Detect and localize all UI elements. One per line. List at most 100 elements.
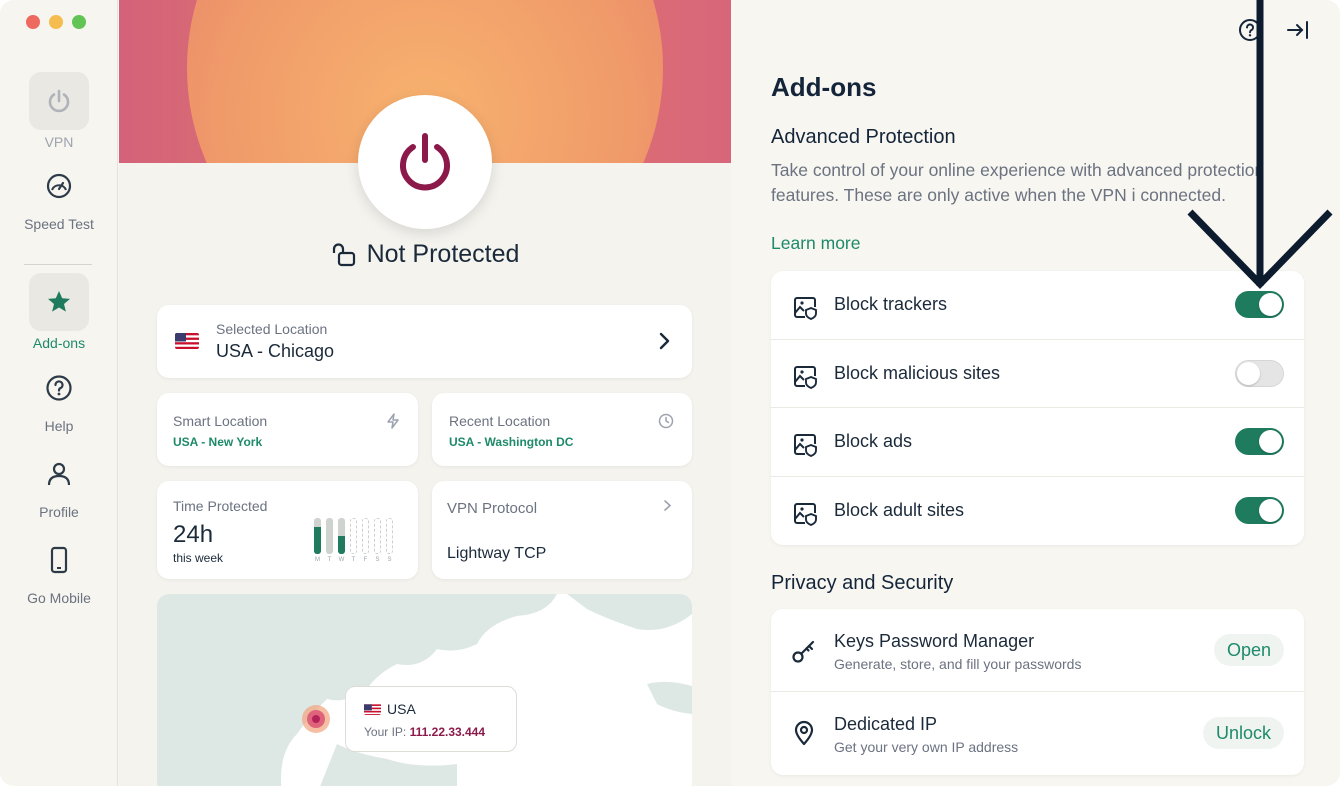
sidebar-item-label: Go Mobile	[27, 590, 91, 606]
toggle-label: Block adult sites	[834, 500, 965, 521]
recent-location-value: USA - Washington DC	[449, 435, 574, 449]
sidebar-item-go-mobile[interactable]: Go Mobile	[0, 534, 118, 606]
close-window-button[interactable]	[26, 15, 40, 29]
shield-image-icon	[794, 297, 817, 321]
advanced-protection-description: Take control of your online experience w…	[771, 160, 1265, 205]
time-protected-label: Time Protected	[173, 498, 268, 514]
vpn-protocol-card[interactable]: VPN Protocol Lightway TCP	[432, 481, 692, 579]
lightning-icon	[387, 413, 399, 429]
sidebar-item-label: Add-ons	[32, 335, 86, 351]
toggle-row-block-trackers: Block trackers	[771, 271, 1304, 340]
day-label: S	[375, 557, 380, 563]
day-bar	[386, 518, 393, 554]
weekly-bar-chart	[314, 518, 393, 554]
day-label: T	[351, 557, 356, 563]
day-label: W	[338, 557, 345, 563]
item-subtitle: Get your very own IP address	[834, 739, 1019, 755]
sidebar-divider	[24, 264, 92, 265]
ip-tooltip: USA Your IP: 111.22.33.444	[345, 686, 517, 752]
person-icon	[47, 462, 71, 486]
collapse-panel-icon[interactable]	[1286, 18, 1310, 42]
add-ons-panel: Add-ons Advanced Protection Take control…	[731, 0, 1340, 786]
weekday-labels: M TWT F S S	[314, 557, 393, 563]
smart-location-card[interactable]: Smart Location USA - New York	[157, 393, 418, 466]
page-title: Add-ons	[771, 72, 877, 102]
privacy-security-list: Keys Password Manager Generate, store, a…	[771, 609, 1304, 775]
day-label: T	[327, 557, 332, 563]
day-bar	[350, 518, 357, 554]
time-protected-card: Time Protected 24h this week M TWT F S S	[157, 481, 418, 579]
block-trackers-toggle[interactable]	[1235, 291, 1284, 319]
toggle-row-block-adult-sites: Block adult sites	[771, 477, 1304, 546]
block-malicious-sites-toggle[interactable]	[1235, 359, 1284, 387]
help-circle-icon[interactable]	[1238, 18, 1262, 42]
sidebar-item-add-ons[interactable]: Add-ons	[0, 273, 118, 351]
day-label: F	[363, 557, 368, 563]
toggle-row-block-malicious-sites: Block malicious sites	[771, 340, 1304, 408]
selected-location-card[interactable]: Selected Location USA - Chicago	[157, 305, 692, 378]
key-icon	[792, 640, 815, 663]
sidebar-item-label: VPN	[44, 134, 74, 150]
location-map[interactable]: USA Your IP: 111.22.33.444	[157, 594, 692, 786]
tooltip-country: USA	[387, 701, 416, 717]
dedicated-ip-row: Dedicated IP Get your very own IP addres…	[771, 692, 1304, 775]
sidebar-item-label: Profile	[39, 504, 79, 520]
ip-value: 111.22.33.444	[409, 725, 486, 739]
status-text: Not Protected	[366, 240, 520, 268]
recent-location-card[interactable]: Recent Location USA - Washington DC	[432, 393, 692, 466]
sidebar-item-profile[interactable]: Profile	[0, 448, 118, 520]
app-window: VPN Speed Test Add-ons Help Profile Go M…	[0, 0, 1340, 786]
day-bar	[374, 518, 381, 554]
advanced-protection-heading: Advanced Protection	[771, 126, 956, 148]
block-ads-toggle[interactable]	[1235, 428, 1284, 456]
day-bar	[362, 518, 369, 554]
smart-location-value: USA - New York	[173, 435, 263, 449]
speedometer-icon	[46, 173, 72, 199]
sidebar-item-help[interactable]: Help	[0, 362, 118, 434]
connection-panel: Not Protected Selected Location USA - Ch…	[119, 0, 731, 786]
connect-power-button[interactable]	[358, 95, 492, 229]
block-adult-sites-toggle[interactable]	[1235, 497, 1284, 525]
item-title: Dedicated IP	[834, 714, 938, 734]
time-protected-value: 24h	[173, 521, 214, 548]
chevron-right-icon	[659, 332, 670, 350]
clock-icon	[658, 413, 674, 429]
day-label: M	[315, 557, 320, 563]
vpn-protocol-label: VPN Protocol	[447, 500, 538, 517]
minimize-window-button[interactable]	[49, 15, 63, 29]
day-bar	[314, 518, 321, 554]
day-bar-fill	[314, 527, 321, 554]
selected-location-value: USA - Chicago	[216, 341, 335, 361]
chevron-right-icon	[664, 500, 672, 511]
shield-image-icon	[794, 434, 817, 458]
advanced-protection-list: Block trackers Block malicious sites Blo…	[771, 271, 1304, 545]
item-subtitle: Generate, store, and fill your passwords	[834, 656, 1082, 672]
day-bar-fill	[338, 536, 345, 554]
sidebar-item-label: Help	[44, 418, 74, 434]
location-marker-icon	[302, 705, 330, 733]
sidebar-item-speed-test[interactable]: Speed Test	[0, 160, 118, 232]
shield-image-icon	[794, 365, 817, 389]
toggle-label: Block trackers	[834, 294, 948, 315]
protection-status: Not Protected	[119, 240, 731, 269]
toggle-label: Block ads	[834, 431, 913, 452]
toggle-row-block-ads: Block ads	[771, 408, 1304, 477]
day-bar	[326, 518, 333, 554]
usa-flag-icon	[175, 333, 199, 349]
sidebar-item-label: Speed Test	[24, 216, 94, 232]
learn-more-link[interactable]: Learn more	[771, 233, 861, 254]
sidebar-item-vpn[interactable]: VPN	[0, 72, 118, 150]
time-protected-sub: this week	[173, 551, 224, 565]
window-controls	[26, 15, 86, 29]
privacy-security-heading: Privacy and Security	[771, 572, 954, 594]
open-button[interactable]: Open	[1213, 634, 1284, 666]
sidebar: VPN Speed Test Add-ons Help Profile Go M…	[0, 0, 118, 786]
header-actions	[1238, 18, 1310, 42]
smart-location-label: Smart Location	[173, 413, 268, 429]
item-title: Keys Password Manager	[834, 631, 1035, 651]
zoom-window-button[interactable]	[72, 15, 86, 29]
keys-password-manager-row: Keys Password Manager Generate, store, a…	[771, 609, 1304, 692]
unlock-button[interactable]: Unlock	[1202, 717, 1284, 749]
location-pin-icon	[794, 720, 814, 746]
phone-icon	[50, 546, 68, 574]
